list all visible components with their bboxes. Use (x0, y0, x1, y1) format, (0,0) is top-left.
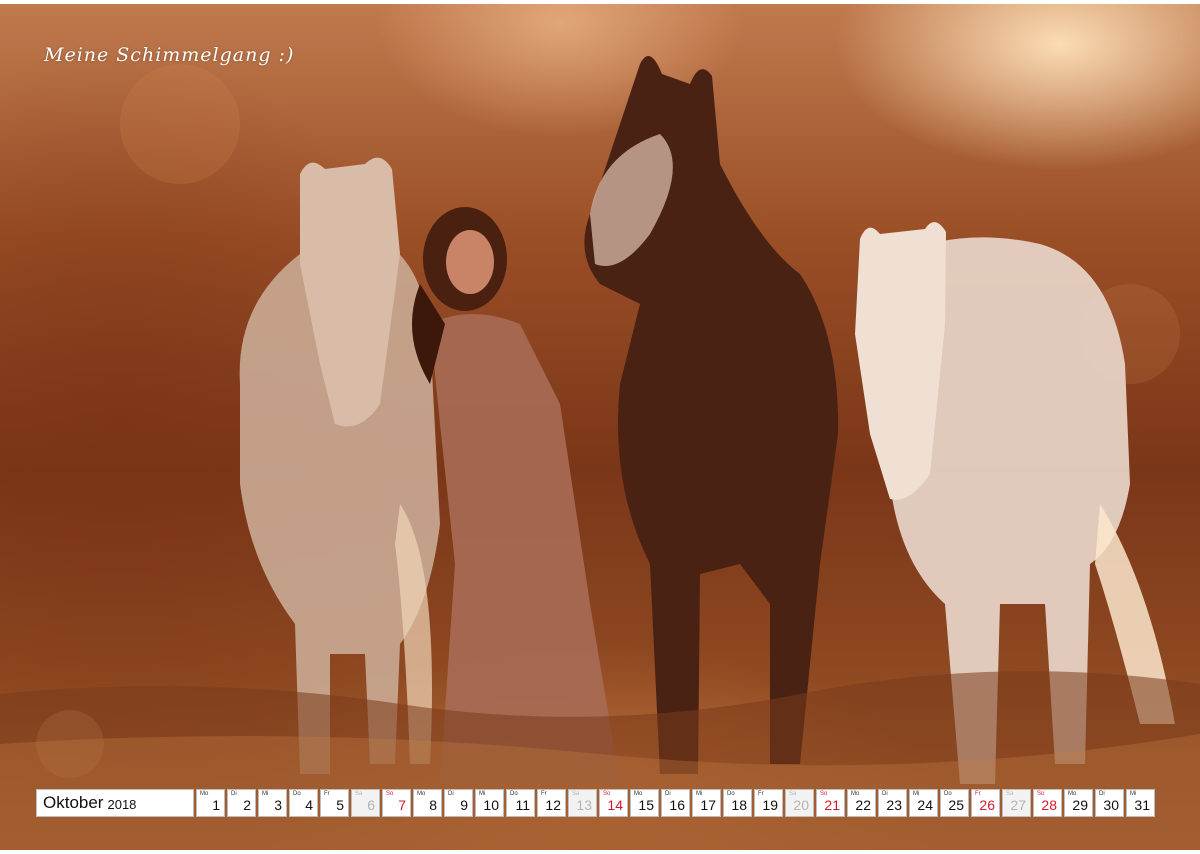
calendar-day: Sa 20 (785, 789, 814, 817)
calendar-day: So 7 (382, 789, 411, 817)
day-number: 5 (336, 797, 344, 813)
calendar-day: Do 18 (723, 789, 752, 817)
day-number: 15 (638, 797, 654, 813)
calendar-day: Mi 3 (258, 789, 287, 817)
day-number: 2 (243, 797, 251, 813)
calendar-day: So 28 (1033, 789, 1062, 817)
weekday-abbrev: Di (231, 791, 237, 797)
month-name: Oktober (43, 793, 104, 812)
calendar-day: Fr 12 (537, 789, 566, 817)
day-number: 20 (793, 797, 809, 813)
day-number: 16 (669, 797, 685, 813)
calendar-day: Di 30 (1095, 789, 1124, 817)
day-number: 7 (398, 797, 406, 813)
sunset-horses-photo (0, 4, 1200, 850)
weekday-abbrev: So (386, 791, 394, 797)
day-number: 19 (762, 797, 778, 813)
calendar-day: Fr 5 (320, 789, 349, 817)
calendar-day: Mi 17 (692, 789, 721, 817)
day-number: 28 (1041, 797, 1057, 813)
calendar-day: Do 25 (940, 789, 969, 817)
day-number: 11 (515, 797, 530, 813)
day-number: 6 (367, 797, 375, 813)
calendar-day: Mo 29 (1064, 789, 1093, 817)
day-number: 26 (979, 797, 995, 813)
day-number: 13 (576, 797, 592, 813)
day-number: 29 (1072, 797, 1088, 813)
calendar-day: Di 2 (227, 789, 256, 817)
calendar-day: Mo 8 (413, 789, 442, 817)
day-number: 30 (1103, 797, 1119, 813)
calendar-day: Sa 13 (568, 789, 597, 817)
weekday-abbrev: Di (448, 791, 454, 797)
calendar-day: Mo 15 (630, 789, 659, 817)
day-number: 23 (886, 797, 902, 813)
day-number: 31 (1134, 797, 1150, 813)
calendar-day: Mi 31 (1126, 789, 1155, 817)
day-number: 12 (545, 797, 561, 813)
calendar-day: Sa 6 (351, 789, 380, 817)
day-number: 25 (948, 797, 964, 813)
calendar-day: Di 9 (444, 789, 473, 817)
day-number: 1 (212, 797, 220, 813)
bokeh-light (120, 64, 240, 184)
woman-in-dress (412, 207, 620, 784)
photo-caption: Meine Schimmelgang :) (44, 44, 295, 66)
calendar-day: Do 11 (506, 789, 535, 817)
weekday-abbrev: Fr (324, 791, 330, 797)
calendar-day: Di 23 (878, 789, 907, 817)
day-number: 10 (483, 797, 499, 813)
day-number: 4 (305, 797, 313, 813)
weekday-abbrev: Mo (200, 791, 209, 797)
calendar-day: So 14 (599, 789, 628, 817)
calendar-day: Mo 1 (196, 789, 225, 817)
calendar-day: Fr 26 (971, 789, 1000, 817)
grey-horse-left (239, 157, 440, 774)
calendar-day: Fr 19 (754, 789, 783, 817)
calendar-page: Meine Schimmelgang :) Oktober 2018 Mo 1 Di… (0, 0, 1200, 854)
month-label: Oktober 2018 (36, 789, 194, 817)
month-year: 2018 (107, 797, 137, 812)
calendar-day: Do 4 (289, 789, 318, 817)
weekday-abbrev: Mo (417, 791, 426, 797)
calendar-day: Mo 22 (847, 789, 876, 817)
calendar-day: Sa 27 (1002, 789, 1031, 817)
dark-horse-center (584, 56, 839, 774)
calendar-day: So 21 (816, 789, 845, 817)
calendar-day: Mi 10 (475, 789, 504, 817)
month-calendar-strip: Oktober 2018 Mo 1 Di 2 Mi 3 Do 4 Fr 5 Sa 6 So 7 Mo 8 Di 9… (36, 789, 1157, 817)
day-number: 24 (917, 797, 933, 813)
weekday-abbrev: Do (293, 791, 301, 797)
calendar-day: Mi 24 (909, 789, 938, 817)
weekday-abbrev: Sa (355, 791, 363, 797)
days-row: Mo 1 Di 2 Mi 3 Do 4 Fr 5 Sa 6 So 7 Mo 8 Di 9 Mi 10 Do 11 Fr 12 S… (196, 789, 1157, 817)
weekday-abbrev: Mi (262, 791, 269, 797)
day-number: 22 (855, 797, 871, 813)
day-number: 21 (824, 797, 840, 813)
day-number: 9 (460, 797, 468, 813)
day-number: 18 (731, 797, 747, 813)
day-number: 27 (1010, 797, 1026, 813)
day-number: 3 (274, 797, 282, 813)
day-number: 8 (429, 797, 437, 813)
calendar-day: Di 16 (661, 789, 690, 817)
photo-illustration (0, 56, 1200, 850)
day-number: 17 (700, 797, 716, 813)
day-number: 14 (607, 797, 623, 813)
